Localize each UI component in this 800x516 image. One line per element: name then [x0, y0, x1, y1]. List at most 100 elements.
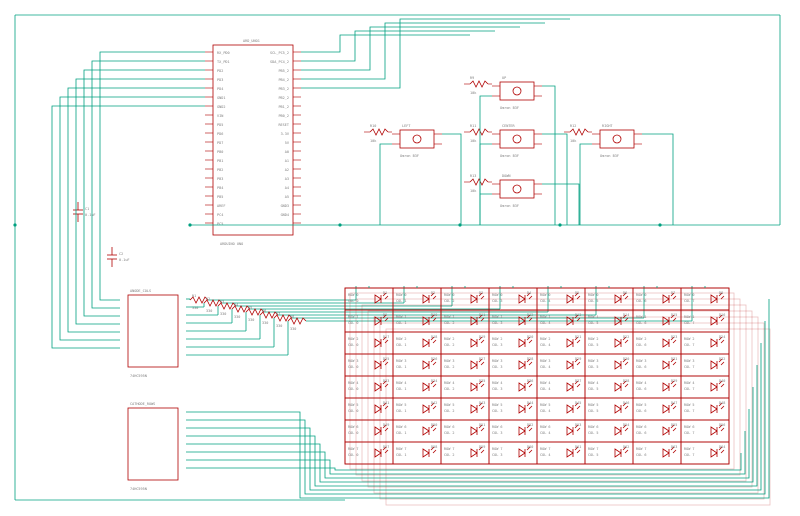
- svg-text:10k: 10k: [370, 139, 377, 143]
- led-col-label: COL 3: [492, 431, 503, 435]
- led-ref: D24: [719, 335, 725, 339]
- led-ref: D22: [623, 335, 629, 339]
- led-col-label: COL 1: [396, 365, 407, 369]
- led-col-label: COL 3: [492, 343, 503, 347]
- led-col-label: COL 2: [444, 299, 455, 303]
- led-row-label: ROW 5: [348, 403, 359, 407]
- mcu-pin: TX_PD1: [217, 60, 230, 64]
- led-row-label: ROW 3: [396, 359, 407, 363]
- led-ref: D4: [527, 291, 531, 295]
- svg-text:R4: R4: [234, 303, 238, 307]
- led-row-label: ROW 1: [444, 315, 455, 319]
- led-row-label: ROW 6: [540, 425, 551, 429]
- led-col-label: COL 2: [444, 387, 455, 391]
- led-col-label: COL 3: [492, 365, 503, 369]
- led-ref: D43: [479, 401, 485, 405]
- mcu-pin: SDA_PC4_2: [270, 60, 289, 64]
- led-row-label: ROW 2: [348, 337, 359, 341]
- led-col-label: COL 0: [348, 431, 359, 435]
- led-ref: D36: [527, 379, 533, 383]
- led-col-label: COL 4: [540, 299, 551, 303]
- svg-text:R11: R11: [470, 124, 476, 128]
- led-ref: D62: [623, 445, 629, 449]
- led-ref: D41: [383, 401, 389, 405]
- led-row-label: ROW 0: [684, 293, 695, 297]
- led-ref: D17: [383, 335, 389, 339]
- led-row-label: ROW 7: [396, 447, 407, 451]
- led-row-label: ROW 1: [684, 315, 695, 319]
- mcu-pin: PB5_2: [278, 69, 289, 73]
- led-col-label: COL 7: [684, 453, 695, 457]
- led-row-label: ROW 1: [636, 315, 647, 319]
- resistor-R6: R6330: [186, 286, 596, 339]
- svg-text:R5: R5: [248, 306, 252, 310]
- svg-text:R10: R10: [370, 124, 376, 128]
- led-row-label: ROW 0: [588, 293, 599, 297]
- mcu-title: ARD_UNO1: [243, 39, 260, 43]
- svg-text:DOWN: DOWN: [502, 174, 510, 178]
- led-ref: D27: [479, 357, 485, 361]
- svg-text:R12: R12: [570, 124, 576, 128]
- led-col-label: COL 5: [588, 409, 599, 413]
- led-row-label: ROW 6: [684, 425, 695, 429]
- mcu-pin: GND1: [217, 96, 225, 100]
- svg-text:Omron B3F: Omron B3F: [500, 154, 519, 158]
- svg-text:R1: R1: [192, 294, 196, 298]
- led-ref: D38: [623, 379, 629, 383]
- led-ref: D47: [671, 401, 677, 405]
- mcu-pin: AREF: [217, 204, 225, 208]
- led-row-label: ROW 7: [636, 447, 647, 451]
- svg-text:330: 330: [248, 318, 254, 322]
- mcu-pin: PB1: [217, 159, 223, 163]
- led-col-label: COL 4: [540, 431, 551, 435]
- led-ref: D59: [479, 445, 485, 449]
- led-row-label: ROW 2: [684, 337, 695, 341]
- mcu-pin: 5V: [285, 141, 290, 145]
- led-col-label: COL 7: [684, 431, 695, 435]
- led-col-label: COL 2: [444, 453, 455, 457]
- led-col-label: COL 2: [444, 343, 455, 347]
- led-col-label: COL 5: [588, 387, 599, 391]
- led-row-label: ROW 4: [540, 381, 551, 385]
- svg-text:330: 330: [220, 312, 226, 316]
- led-row-label: ROW 3: [444, 359, 455, 363]
- led-col-label: COL 0: [348, 409, 359, 413]
- mcu-pin: 3.3V: [281, 132, 290, 136]
- led-col-label: COL 7: [684, 365, 695, 369]
- led-ref: D20: [527, 335, 533, 339]
- led-col-label: COL 6: [636, 409, 647, 413]
- led-row-label: ROW 2: [636, 337, 647, 341]
- svg-text:R7: R7: [276, 312, 280, 316]
- led-row-label: ROW 2: [444, 337, 455, 341]
- led-ref: D18: [431, 335, 437, 339]
- led-row-label: ROW 3: [540, 359, 551, 363]
- led-ref: D12: [527, 313, 533, 317]
- mcu-pin: PD4: [217, 87, 223, 91]
- svg-text:330: 330: [276, 324, 282, 328]
- led-col-label: COL 0: [348, 299, 359, 303]
- led-ref: D25: [383, 357, 389, 361]
- mcu-footer: ARDUINO UNO: [220, 242, 243, 246]
- mcu-pin: A5: [285, 195, 289, 199]
- led-row-label: ROW 1: [396, 315, 407, 319]
- led-ref: D13: [575, 313, 581, 317]
- led-col-label: COL 6: [636, 343, 647, 347]
- svg-text:R8: R8: [290, 315, 294, 319]
- led-col-label: COL 6: [636, 453, 647, 457]
- led-col-label: COL 0: [348, 321, 359, 325]
- led-row-label: ROW 0: [540, 293, 551, 297]
- svg-text:10k: 10k: [570, 139, 577, 143]
- svg-text:CENTER: CENTER: [502, 124, 516, 128]
- svg-text:CATHODE_ROWS: CATHODE_ROWS: [130, 402, 155, 406]
- led-ref: D32: [719, 357, 725, 361]
- mcu-pin: A2: [285, 168, 289, 172]
- led-ref: D33: [383, 379, 389, 383]
- svg-text:R9: R9: [470, 76, 474, 80]
- led-col-label: COL 1: [396, 431, 407, 435]
- svg-text:Omron B3F: Omron B3F: [500, 106, 519, 110]
- led-ref: D51: [479, 423, 485, 427]
- switch-left: LEFT Omron B3F: [392, 124, 442, 158]
- led-row-label: ROW 0: [348, 293, 359, 297]
- svg-text:Omron B3F: Omron B3F: [600, 154, 619, 158]
- led-ref: D3: [479, 291, 483, 295]
